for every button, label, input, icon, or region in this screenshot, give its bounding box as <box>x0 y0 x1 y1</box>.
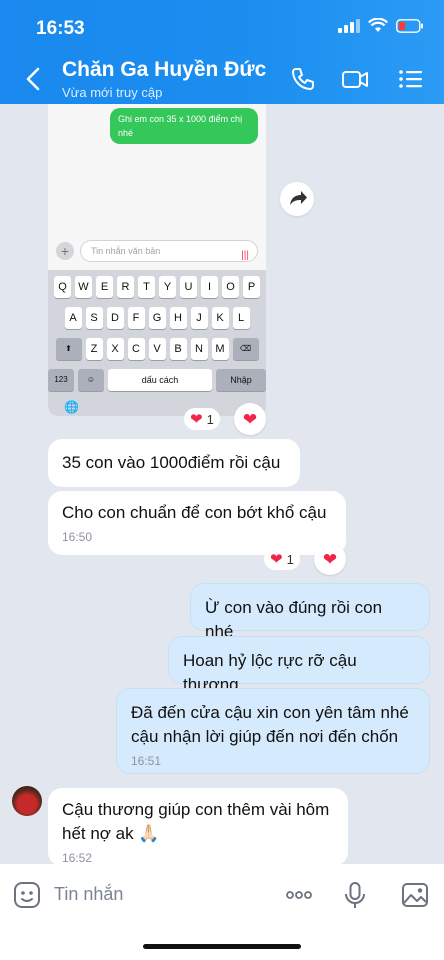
message-text: Cậu thương giúp con thêm vài hôm hết nợ … <box>62 800 330 843</box>
key: C <box>127 338 145 360</box>
message-outgoing[interactable]: Hoan hỷ lộc rực rỡ cậu thương <box>168 636 430 694</box>
key: O <box>222 276 239 298</box>
key: P <box>243 276 260 298</box>
emoji-key-icon: ☺ <box>78 369 104 391</box>
embedded-keyboard: Q W E R T Y U I O P A S D F G H J K L ⬆ … <box>48 270 266 416</box>
globe-icon: 🌐 <box>64 400 79 414</box>
message-text: Ừ con vào đúng rồi con nhé <box>205 598 383 641</box>
image-message[interactable]: Ghi em con 35 x 1000 điểm chị nhé + Tin … <box>48 104 266 416</box>
sticker-icon[interactable] <box>12 880 42 910</box>
chat-header: 16:53 Chăn Ga Huyền Đức Vừa mới truy cập <box>0 0 444 104</box>
key: Q <box>54 276 71 298</box>
message-input[interactable]: Tin nhắn <box>54 884 123 905</box>
status-time: 16:53 <box>36 18 85 39</box>
key: B <box>169 338 187 360</box>
key: X <box>106 338 124 360</box>
menu-list-icon[interactable] <box>396 64 426 94</box>
embedded-text-input: Tin nhắn văn bản ||| <box>80 240 258 262</box>
message-time: 16:51 <box>131 754 162 768</box>
status-icons <box>338 18 424 33</box>
key: T <box>138 276 155 298</box>
composer-bar: Tin nhắn <box>0 864 444 960</box>
key: H <box>169 307 187 329</box>
key: N <box>190 338 208 360</box>
shift-key-icon: ⬆ <box>55 338 82 360</box>
more-options-icon[interactable] <box>284 880 314 910</box>
keyboard-row-1: Q W E R T Y U I O P <box>48 276 266 298</box>
microphone-icon[interactable] <box>340 880 370 910</box>
forward-button[interactable] <box>280 182 314 216</box>
avatar[interactable] <box>12 786 42 816</box>
key: K <box>211 307 229 329</box>
message-incoming[interactable]: Cho con chuẩn để con bớt khổ cậu 16:50 <box>48 491 346 555</box>
react-heart-button[interactable]: ❤ <box>234 403 266 435</box>
message-text: 35 con vào 1000điểm rồi cậu <box>62 453 281 472</box>
keyboard-row-3: ⬆ Z X C V B N M ⌫ <box>48 338 266 360</box>
key: G <box>148 307 166 329</box>
react-heart-button[interactable]: ❤ <box>314 543 346 575</box>
presence-status: Vừa mới truy cập <box>62 85 163 100</box>
key: V <box>148 338 166 360</box>
back-arrow-icon[interactable] <box>22 64 46 94</box>
key: U <box>180 276 197 298</box>
key: S <box>85 307 103 329</box>
chat-title[interactable]: Chăn Ga Huyền Đức <box>62 58 266 82</box>
reaction-summary[interactable]: ❤ 1 <box>264 548 300 570</box>
key: M <box>211 338 229 360</box>
key: L <box>232 307 250 329</box>
enter-key: Nhập <box>216 369 266 391</box>
message-incoming[interactable]: 35 con vào 1000điểm rồi cậu <box>48 439 300 487</box>
heart-icon: ❤ <box>190 410 203 428</box>
image-gallery-icon[interactable] <box>400 880 430 910</box>
key: W <box>75 276 92 298</box>
embedded-sms-bubble: Ghi em con 35 x 1000 điểm chị nhé <box>110 108 258 144</box>
heart-icon: ❤ <box>270 550 283 568</box>
key: D <box>106 307 124 329</box>
key: F <box>127 307 145 329</box>
message-time: 16:50 <box>62 530 93 544</box>
backspace-key-icon: ⌫ <box>232 338 259 360</box>
key: A <box>64 307 82 329</box>
home-indicator <box>143 944 301 949</box>
reaction-summary[interactable]: ❤ 1 <box>184 408 220 430</box>
forward-arrow-icon <box>290 191 307 205</box>
key: Y <box>159 276 176 298</box>
message-text: Cho con chuẩn để con bớt khổ cậu <box>62 503 327 522</box>
wifi-icon <box>368 18 388 32</box>
heart-icon: ❤ <box>242 409 258 429</box>
keyboard-row-4: 123 ☺ dấu cách Nhập <box>48 369 266 391</box>
key: Z <box>85 338 103 360</box>
key: I <box>201 276 218 298</box>
embedded-plus-icon: + <box>56 242 74 260</box>
keyboard-row-2: A S D F G H J K L <box>48 307 266 329</box>
message-outgoing[interactable]: Đã đến cửa cậu xin con yên tâm nhé cậu n… <box>116 688 430 774</box>
key: J <box>190 307 208 329</box>
heart-icon: ❤ <box>322 549 338 569</box>
embedded-voice-icon: ||| <box>241 250 249 261</box>
key: E <box>96 276 113 298</box>
video-call-icon[interactable] <box>340 64 370 94</box>
numbers-key: 123 <box>48 369 74 391</box>
message-outgoing[interactable]: Ừ con vào đúng rồi con nhé <box>190 583 430 641</box>
battery-icon <box>396 18 423 33</box>
cellular-signal-icon <box>338 18 360 33</box>
message-incoming[interactable]: Cậu thương giúp con thêm vài hôm hết nợ … <box>48 788 348 866</box>
space-key: dấu cách <box>108 369 212 391</box>
phone-call-icon[interactable] <box>288 64 318 94</box>
message-text: Đã đến cửa cậu xin con yên tâm nhé cậu n… <box>131 703 409 746</box>
key: R <box>117 276 134 298</box>
